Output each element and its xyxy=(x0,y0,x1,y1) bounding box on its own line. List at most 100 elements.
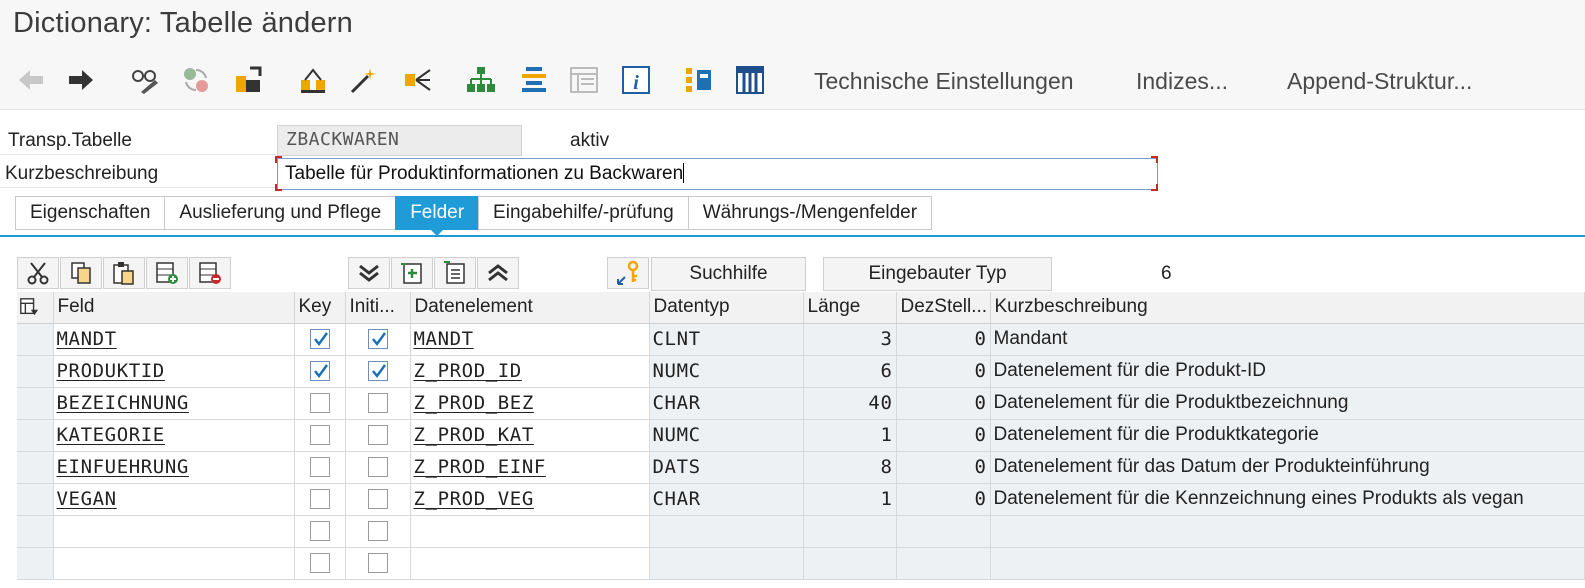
data-type-cell xyxy=(649,547,804,580)
table-header-row: Feld Key Initi... Datenelement Datentyp … xyxy=(17,292,1585,324)
info-icon[interactable]: i xyxy=(618,62,654,98)
data-element-cell[interactable]: Z_PROD_VEG xyxy=(414,488,534,510)
collapse-all-button[interactable] xyxy=(477,257,519,289)
check-object-icon[interactable] xyxy=(230,62,266,98)
column-header-datenelement[interactable]: Datenelement xyxy=(410,292,650,324)
column-settings-header[interactable] xyxy=(17,292,54,324)
delete-row-button[interactable] xyxy=(189,257,231,289)
tab-auslieferung-pflege[interactable]: Auslieferung und Pflege xyxy=(164,196,396,230)
cut-button[interactable] xyxy=(17,257,59,289)
data-type-cell: NUMC xyxy=(649,419,804,452)
initial-cell xyxy=(345,387,411,420)
tab-waehrungs-mengenfelder[interactable]: Währungs-/Mengenfelder xyxy=(687,196,933,230)
structure-view-button[interactable] xyxy=(434,257,476,289)
initial-cell xyxy=(345,515,411,548)
initial-checkbox[interactable] xyxy=(367,552,388,573)
field-name-cell[interactable]: MANDT xyxy=(57,328,117,350)
row-selector[interactable] xyxy=(17,355,54,388)
paste-button[interactable] xyxy=(103,257,145,289)
data-element-cell[interactable]: Z_PROD_ID xyxy=(414,360,522,382)
display-change-glasses-icon[interactable] xyxy=(127,62,163,98)
data-element-cell[interactable]: Z_PROD_KAT xyxy=(414,424,534,446)
table-row: VEGAN Z_PROD_VEG CHAR 1 0 Datenelement für di… xyxy=(17,483,1585,516)
tab-strip: Eigenschaften Auslieferung und Pflege Fe… xyxy=(15,196,933,236)
include-structure-button[interactable] xyxy=(391,257,433,289)
key-button[interactable] xyxy=(607,257,649,289)
initial-checkbox[interactable] xyxy=(367,424,388,445)
key-checkbox[interactable] xyxy=(309,552,330,573)
description-cell: Datenelement für die Kennzeichnung eines… xyxy=(990,483,1585,516)
key-checkbox[interactable] xyxy=(309,328,330,349)
object-list-icon[interactable] xyxy=(463,62,499,98)
indexes-button[interactable]: Indizes... xyxy=(1136,68,1228,95)
search-help-button[interactable]: Suchhilfe xyxy=(651,257,806,291)
initial-checkbox[interactable] xyxy=(367,520,388,541)
field-name-cell[interactable]: VEGAN xyxy=(57,488,117,510)
table-row: EINFUEHRUNG Z_PROD_EINF DATS 8 0 Datenelement… xyxy=(17,451,1585,484)
technical-settings-button[interactable]: Technische Einstellungen xyxy=(814,68,1074,95)
length-cell xyxy=(803,515,897,548)
column-header-kurzbeschreibung[interactable]: Kurzbeschreibung xyxy=(990,292,1585,324)
decimals-cell: 0 xyxy=(896,323,991,356)
window-title: Dictionary: Tabelle ändern xyxy=(13,7,353,39)
forward-arrow-icon[interactable] xyxy=(63,62,99,98)
navigation-window-icon[interactable] xyxy=(516,62,552,98)
table-contents-icon[interactable] xyxy=(732,62,768,98)
key-checkbox[interactable] xyxy=(309,456,330,477)
initial-checkbox[interactable] xyxy=(367,328,388,349)
data-element-cell[interactable]: Z_PROD_EINF xyxy=(414,456,546,478)
copy-button[interactable] xyxy=(60,257,102,289)
key-checkbox[interactable] xyxy=(309,520,330,541)
hierarchy-icon[interactable] xyxy=(681,62,717,98)
tab-felder[interactable]: Felder xyxy=(395,196,479,236)
initial-checkbox[interactable] xyxy=(367,392,388,413)
initial-cell xyxy=(345,547,411,580)
builtin-type-button[interactable]: Eingebauter Typ xyxy=(823,257,1052,291)
tab-eigenschaften[interactable]: Eigenschaften xyxy=(15,196,165,230)
where-used-list-icon[interactable] xyxy=(400,62,436,98)
row-selector[interactable] xyxy=(17,515,54,548)
data-element-cell[interactable]: MANDT xyxy=(414,328,474,350)
key-checkbox[interactable] xyxy=(309,488,330,509)
tab-eingabehilfe[interactable]: Eingabehilfe/-prüfung xyxy=(478,196,688,230)
table-row xyxy=(17,547,1585,580)
initial-cell xyxy=(345,323,411,356)
row-selector[interactable] xyxy=(17,323,54,356)
column-header-key[interactable]: Key xyxy=(294,292,346,324)
field-name-cell[interactable]: KATEGORIE xyxy=(57,424,165,446)
short-desc-input[interactable]: Tabelle für Produktinformationen zu Back… xyxy=(277,158,1158,190)
expand-all-button[interactable] xyxy=(348,257,390,289)
double-chevron-up-icon xyxy=(488,264,508,282)
magic-wand-icon[interactable] xyxy=(346,62,382,98)
activate-icon[interactable] xyxy=(295,62,331,98)
initial-checkbox[interactable] xyxy=(367,456,388,477)
row-selector[interactable] xyxy=(17,547,54,580)
row-selector[interactable] xyxy=(17,419,54,452)
row-selector[interactable] xyxy=(17,483,54,516)
append-structure-button[interactable]: Append-Struktur... xyxy=(1287,68,1472,95)
initial-checkbox[interactable] xyxy=(367,488,388,509)
insert-row-button[interactable] xyxy=(146,257,188,289)
field-name-cell[interactable]: EINFUEHRUNG xyxy=(57,456,189,478)
field-name-cell[interactable]: BEZEICHNUNG xyxy=(57,392,189,414)
key-checkbox[interactable] xyxy=(309,360,330,381)
active-inactive-icon[interactable] xyxy=(178,62,214,98)
column-header-initial[interactable]: Initi... xyxy=(345,292,411,324)
row-selector[interactable] xyxy=(17,451,54,484)
length-cell: 3 xyxy=(803,323,897,356)
key-checkbox[interactable] xyxy=(309,392,330,413)
text-cursor xyxy=(683,163,685,183)
row-selector[interactable] xyxy=(17,387,54,420)
initial-checkbox[interactable] xyxy=(367,360,388,381)
field-name-cell[interactable]: PRODUKTID xyxy=(57,360,165,382)
column-header-feld[interactable]: Feld xyxy=(53,292,295,324)
column-header-datentyp[interactable]: Datentyp xyxy=(649,292,804,324)
key-checkbox[interactable] xyxy=(309,424,330,445)
initial-cell xyxy=(345,451,411,484)
display-object-list-icon[interactable] xyxy=(566,62,602,98)
column-header-dezstellen[interactable]: DezStell... xyxy=(896,292,991,324)
back-arrow-icon[interactable] xyxy=(13,62,49,98)
data-element-cell[interactable]: Z_PROD_BEZ xyxy=(414,392,534,414)
column-header-laenge[interactable]: Länge xyxy=(803,292,897,324)
decimals-cell: 0 xyxy=(896,355,991,388)
